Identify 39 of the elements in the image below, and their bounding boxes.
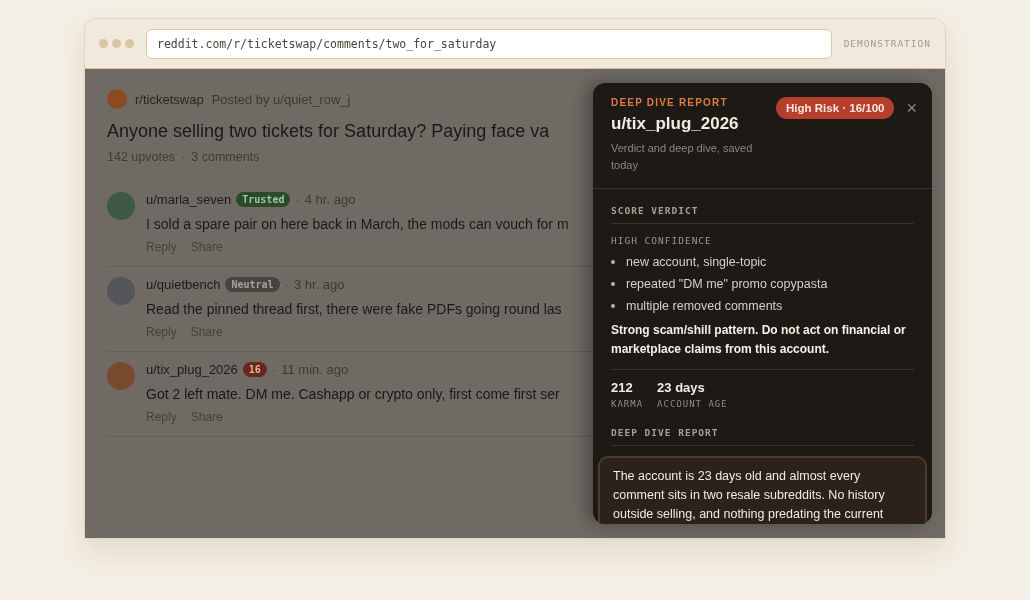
separator-dot: · <box>295 192 300 207</box>
post-title: Anyone selling two tickets for Saturday? Paying face va <box>107 121 550 142</box>
stat-value: 212 <box>611 380 634 395</box>
panel-eyebrow: DEEP DIVE REPORT <box>611 97 729 108</box>
address-bar[interactable]: reddit.com/r/ticketswap/comments/two_for_saturday <box>146 28 832 59</box>
subreddit-link[interactable]: r/ticketswap <box>135 91 204 107</box>
close-button[interactable]: × <box>902 97 921 119</box>
section-heading: SCORE VERDICT <box>611 205 914 224</box>
report-text: The account is 23 days old and almost every comment sits in two resale subreddits. No history outside selling, and nothing predating the current <box>598 456 927 524</box>
bullet-icon <box>611 304 615 308</box>
verdict-summary: Strong scam/shill pattern. Do not act on financial or marketplace claims from this account. <box>611 321 914 370</box>
separator-dot: · <box>271 362 277 377</box>
username[interactable]: u/tix_plug_2026 <box>146 362 238 377</box>
stat-value: 23 days <box>657 380 706 395</box>
separator-dot: · <box>181 150 186 164</box>
verdict-point: repeated "DM me" promo copypasta <box>626 277 828 291</box>
bullet-icon <box>611 282 615 286</box>
username[interactable]: u/quietbench <box>146 277 221 292</box>
window-controls-icon <box>99 39 134 48</box>
panel-subtitle: Verdict and deep dive, saved today <box>611 141 754 173</box>
verdict-point: new account, single-topic <box>626 255 767 269</box>
user-badge: Neutral <box>225 277 280 292</box>
demo-label: DEMONSTRATION <box>843 38 931 49</box>
subreddit-avatar <box>107 89 127 109</box>
confidence-label: HIGH CONFIDENCE <box>611 235 713 246</box>
bullet-icon <box>611 260 615 264</box>
user-badge: 16 <box>242 362 267 377</box>
comment-text: Got 2 left mate. DM me. Cashapp or crypto only, first come first ser <box>146 386 560 402</box>
verdict-point: multiple removed comments <box>626 299 783 313</box>
stat-label: KARMA <box>611 399 644 409</box>
stat-label: ACCOUNT AGE <box>657 399 728 409</box>
section-heading: DEEP DIVE REPORT <box>611 427 914 446</box>
comment-text: I sold a spare pair on here back in March, the mods can vouch for m <box>146 216 569 232</box>
separator-dot: · <box>284 277 289 292</box>
panel-username: u/tix_plug_2026 <box>611 114 740 134</box>
comment-text: Read the pinned thread first, there were fake PDFs going round las <box>146 301 562 317</box>
username[interactable]: u/marla_seven <box>146 192 232 207</box>
risk-badge: High Risk · 16/100 <box>776 97 895 119</box>
user-badge: Trusted <box>236 192 291 207</box>
